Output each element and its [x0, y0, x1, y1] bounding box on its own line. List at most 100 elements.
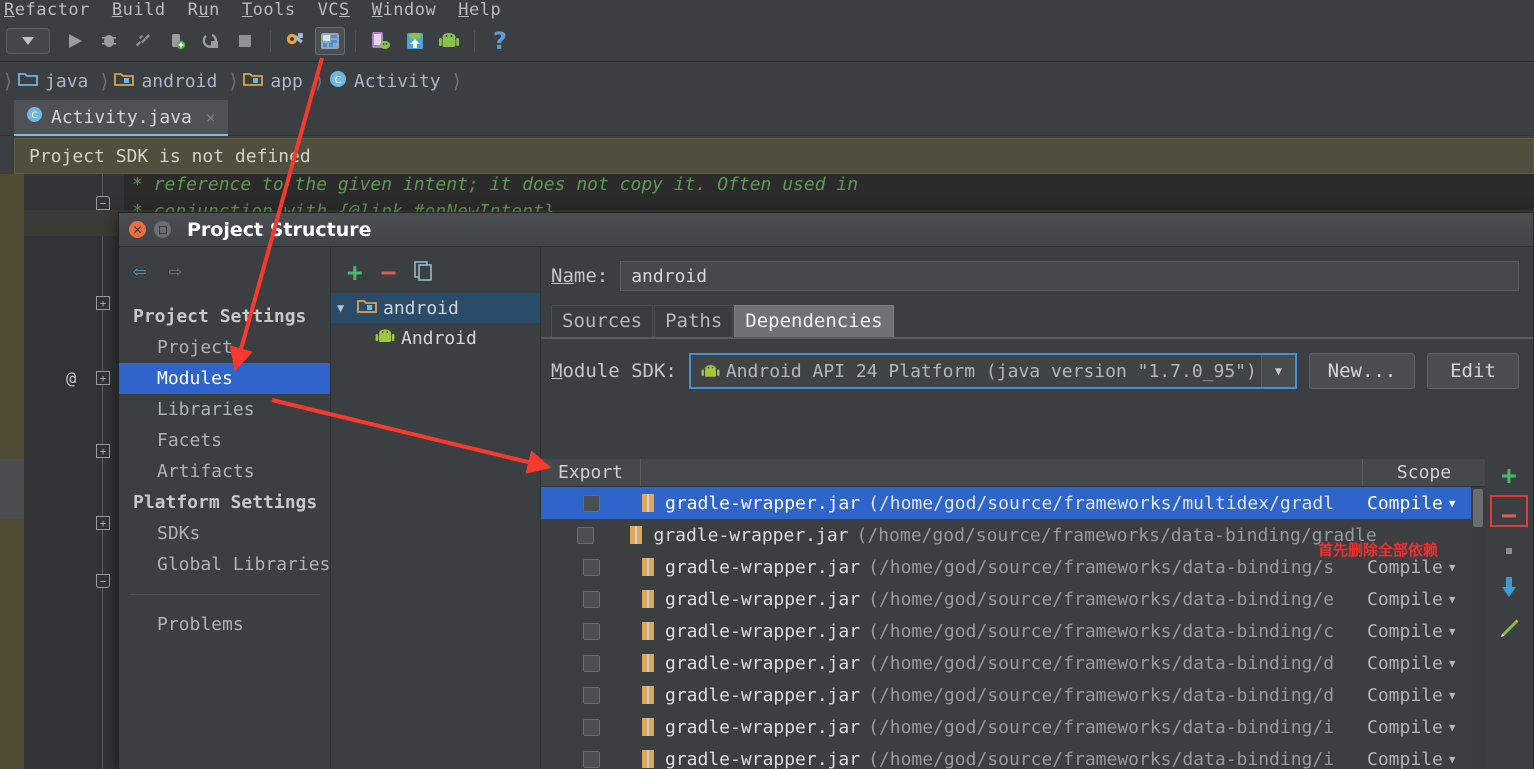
- chevron-down-icon-scope[interactable]: ▼: [1449, 721, 1456, 734]
- export-checkbox[interactable]: [582, 622, 600, 640]
- menu-item-refactor[interactable]: Refactor: [4, 0, 90, 20]
- android-sync-icon[interactable]: [434, 27, 464, 55]
- export-checkbox-cell[interactable]: [541, 526, 629, 544]
- remove-module-button[interactable]: −: [381, 260, 397, 286]
- export-checkbox-cell[interactable]: [541, 558, 641, 576]
- table-row[interactable]: gradle-wrapper.jar (/home/god/source/fram…: [541, 711, 1485, 743]
- chevron-down-icon-scope[interactable]: ▼: [1449, 689, 1456, 702]
- tab-sources[interactable]: Sources: [551, 305, 654, 337]
- new-sdk-button[interactable]: New...: [1309, 353, 1415, 389]
- export-checkbox[interactable]: [582, 558, 600, 576]
- module-name-input[interactable]: android: [620, 261, 1519, 291]
- project-structure-settings-icon[interactable]: [281, 27, 311, 55]
- export-checkbox[interactable]: [582, 494, 600, 512]
- chevron-down-icon[interactable]: ▼: [337, 301, 351, 315]
- table-row[interactable]: gradle-wrapper.jar (/home/god/source/fram…: [541, 583, 1485, 615]
- chevron-down-icon-scope[interactable]: ▼: [1449, 753, 1456, 766]
- module-sdk-select[interactable]: Android API 24 Platform (java version "1…: [688, 353, 1297, 389]
- breadcrumb-item-java[interactable]: java: [14, 71, 98, 92]
- column-header-name[interactable]: [641, 459, 1363, 486]
- column-header-export[interactable]: Export: [541, 459, 641, 486]
- avd-manager-icon[interactable]: [366, 27, 396, 55]
- move-up-button[interactable]: [1502, 543, 1516, 562]
- chevron-down-icon-scope[interactable]: ▼: [1449, 561, 1456, 574]
- editor-gutter[interactable]: − + + @ + + + −: [24, 174, 124, 769]
- project-structure-icon[interactable]: [315, 26, 345, 55]
- debug-icon[interactable]: [94, 27, 124, 55]
- breadcrumb-item-activity[interactable]: C Activity: [325, 70, 451, 93]
- move-down-button[interactable]: [1499, 576, 1519, 604]
- back-arrow-icon[interactable]: ⇦: [133, 261, 146, 283]
- menu-item-run[interactable]: Run: [188, 0, 220, 20]
- menu-item-build[interactable]: Build: [112, 0, 166, 20]
- close-icon[interactable]: ×: [206, 108, 216, 127]
- export-checkbox-cell[interactable]: [541, 750, 641, 768]
- edit-sdk-button[interactable]: Edit: [1427, 353, 1519, 389]
- fold-collapse-icon[interactable]: −: [96, 196, 110, 210]
- run-icon[interactable]: [60, 27, 90, 55]
- help-icon[interactable]: ?: [485, 27, 515, 55]
- run-configurations-dropdown[interactable]: [6, 27, 50, 54]
- dependency-scope-cell[interactable]: Compile ▼: [1363, 589, 1485, 610]
- sidebar-item-sdks[interactable]: SDKs: [119, 518, 330, 549]
- fold-expand-icon-3[interactable]: +: [96, 371, 110, 385]
- sidebar-item-facets[interactable]: Facets: [119, 425, 330, 456]
- chevron-down-icon-scope[interactable]: ▼: [1449, 625, 1456, 638]
- chevron-down-icon-sdk[interactable]: ▼: [1261, 355, 1295, 387]
- dependency-scope-cell[interactable]: Compile ▼: [1363, 685, 1485, 706]
- coverage-icon[interactable]: [128, 27, 158, 55]
- sidebar-item-artifacts[interactable]: Artifacts: [119, 456, 330, 487]
- sidebar-item-project[interactable]: Project: [119, 332, 330, 363]
- table-scrollbar[interactable]: [1471, 487, 1485, 769]
- chevron-down-icon-scope[interactable]: ▼: [1449, 497, 1456, 510]
- column-header-scope[interactable]: Scope: [1363, 459, 1485, 486]
- forward-arrow-icon[interactable]: ⇨: [168, 261, 181, 283]
- export-checkbox-cell[interactable]: [541, 622, 641, 640]
- export-checkbox[interactable]: [582, 750, 600, 768]
- export-checkbox-cell[interactable]: [541, 686, 641, 704]
- export-checkbox[interactable]: [576, 526, 594, 544]
- menu-item-vcs[interactable]: VCS: [318, 0, 350, 20]
- scrollbar-thumb[interactable]: [1473, 489, 1483, 527]
- tree-item-android-module[interactable]: ▼ android: [331, 293, 540, 323]
- table-row[interactable]: gradle-wrapper.jar (/home/god/source/fram…: [541, 743, 1485, 769]
- add-dependency-button[interactable]: +: [1501, 463, 1517, 489]
- table-row[interactable]: gradle-wrapper.jar (/home/god/source/fram…: [541, 487, 1485, 519]
- add-module-button[interactable]: +: [347, 260, 363, 286]
- fold-expand-icon-5[interactable]: +: [96, 516, 110, 530]
- export-checkbox[interactable]: [582, 718, 600, 736]
- tab-paths[interactable]: Paths: [654, 305, 734, 337]
- export-checkbox[interactable]: [582, 654, 600, 672]
- dependencies-table[interactable]: Export Scope gradle-wrapper.jar (/home/go…: [541, 459, 1485, 769]
- sidebar-item-modules[interactable]: Modules: [119, 363, 330, 394]
- menu-item-tools[interactable]: Tools: [242, 0, 296, 20]
- edit-pencil-icon[interactable]: [1498, 618, 1520, 644]
- fold-expand-icon-2[interactable]: +: [96, 296, 110, 310]
- export-checkbox[interactable]: [582, 590, 600, 608]
- close-button[interactable]: ✕: [129, 221, 146, 238]
- tree-item-android-facet[interactable]: Android: [331, 323, 540, 353]
- chevron-down-icon-scope[interactable]: ▼: [1449, 593, 1456, 606]
- editor-tab-activity-java[interactable]: C Activity.java ×: [14, 100, 228, 136]
- dependency-scope-cell[interactable]: Compile ▼: [1363, 493, 1485, 514]
- dependency-scope-cell[interactable]: Compile ▼: [1363, 749, 1485, 769]
- dependency-scope-cell[interactable]: Compile ▼: [1363, 621, 1485, 642]
- stop-icon[interactable]: [230, 27, 260, 55]
- project-structure-dialog[interactable]: ✕ Project Structure ⇦ ⇨ Project Settings…: [118, 212, 1534, 769]
- export-checkbox-cell[interactable]: [541, 494, 641, 512]
- copy-icon[interactable]: [414, 261, 434, 285]
- fold-expand-icon-4[interactable]: +: [96, 444, 110, 458]
- export-checkbox[interactable]: [582, 686, 600, 704]
- attach-debugger-icon[interactable]: [196, 27, 226, 55]
- menu-item-window[interactable]: Window: [372, 0, 436, 20]
- minimize-button[interactable]: [154, 221, 171, 238]
- breadcrumb-item-app[interactable]: app: [239, 71, 313, 92]
- dependency-scope-cell[interactable]: Compile ▼: [1363, 653, 1485, 674]
- export-checkbox-cell[interactable]: [541, 654, 641, 672]
- chevron-down-icon-scope[interactable]: ▼: [1449, 657, 1456, 670]
- sidebar-item-problems[interactable]: Problems: [119, 609, 330, 640]
- sidebar-item-libraries[interactable]: Libraries: [119, 394, 330, 425]
- table-row[interactable]: gradle-wrapper.jar (/home/god/source/fram…: [541, 679, 1485, 711]
- sidebar-item-global-libraries[interactable]: Global Libraries: [119, 549, 330, 580]
- tab-dependencies[interactable]: Dependencies: [734, 305, 894, 337]
